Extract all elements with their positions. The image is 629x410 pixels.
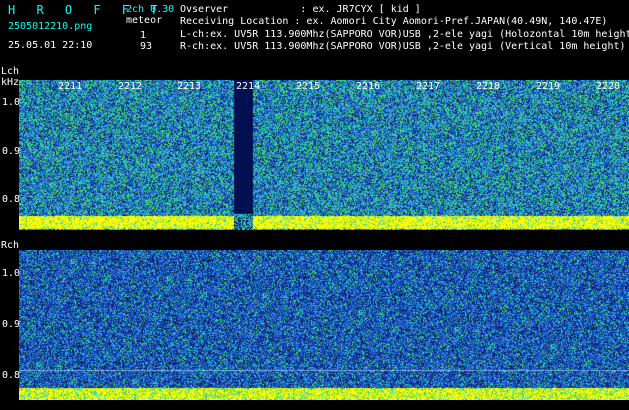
- lch-unit-label: kHz: [1, 77, 20, 88]
- datetime-label: 25.05.01 22:10: [8, 40, 93, 51]
- location-line: Receiving Location : ex. Aomori City Aom…: [180, 16, 608, 27]
- time-tick: 2213: [177, 81, 202, 92]
- filename-label: 2505012210.png: [8, 21, 93, 32]
- lch-info-line: L-ch:ex. UV5R 113.900Mhz(SAPPORO VOR)USB…: [180, 29, 629, 40]
- time-tick: 2218: [476, 81, 501, 92]
- time-tick: 2211: [58, 81, 83, 92]
- rch-ytick: 1.0: [2, 268, 21, 279]
- rch-ytick: 0.9: [2, 319, 21, 330]
- lch-spectrogram: [19, 80, 629, 230]
- time-tick: 2217: [416, 81, 441, 92]
- time-tick: 2212: [118, 81, 143, 92]
- lch-ytick: 1.0: [2, 97, 21, 108]
- observer-line: Ovserver : ex. JR7CYX [ kid ]: [180, 4, 421, 15]
- rch-spectrogram: [19, 250, 629, 400]
- mode-label: meteor: [126, 15, 163, 26]
- rch-ytick: 0.8: [2, 370, 21, 381]
- time-tick: 2220: [596, 81, 621, 92]
- lch-meteor-count: 1: [140, 30, 147, 41]
- lch-label: Lch: [1, 66, 20, 77]
- rch-label: Rch: [1, 240, 20, 251]
- lch-ytick: 0.8: [2, 194, 21, 205]
- version-label: 2ch 0.30: [126, 4, 175, 15]
- time-tick: 2219: [536, 81, 561, 92]
- time-tick: 2216: [356, 81, 381, 92]
- time-tick: 2215: [296, 81, 321, 92]
- time-tick: 2214: [236, 81, 261, 92]
- lch-ytick: 0.9: [2, 146, 21, 157]
- rch-meteor-count: 93: [140, 41, 153, 52]
- rch-info-line: R-ch:ex. UV5R 113.900Mhz(SAPPORO VOR)USB…: [180, 41, 626, 52]
